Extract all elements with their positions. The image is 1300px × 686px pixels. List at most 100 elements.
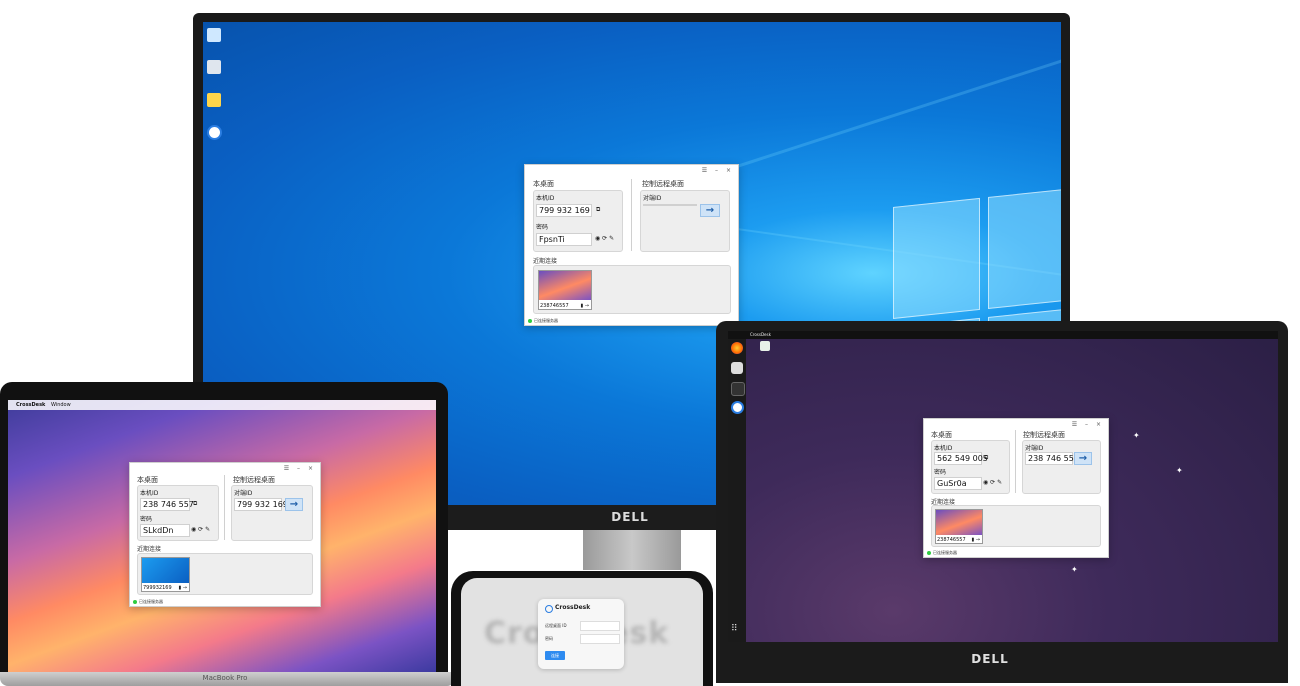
window-controls[interactable]: ☰ – × [284, 465, 316, 472]
desktop-icon-folder[interactable] [203, 93, 228, 109]
remote-id-label: 远程桌面 ID [545, 623, 567, 628]
password-label: 密码 [536, 224, 549, 231]
monitor-stand [583, 530, 681, 570]
recent-section-title: 近期连接 [533, 258, 558, 265]
app-grid-icon[interactable]: ⠿ [731, 624, 741, 634]
recent-connections-panel: 238746557 ▮ → [533, 265, 731, 314]
crossdesk-icon[interactable] [731, 401, 744, 414]
local-section-title: 本桌面 [533, 180, 554, 188]
recent-connect-icon[interactable]: ▮ → [580, 303, 589, 309]
recent-connections-panel: 799932169 ▮ → [137, 553, 313, 595]
files-icon[interactable] [731, 362, 743, 374]
local-desktop-panel: 本机ID 238 746 557 ⧉ 密码 SLkdDn ◉ ⟳ ✎ [137, 485, 219, 541]
connect-arrow-button[interactable]: → [700, 204, 720, 217]
show-password-icon[interactable]: ◉ ⟳ ✎ [983, 479, 1002, 486]
recent-connection-item[interactable]: 238746557 ▮ → [935, 509, 983, 544]
local-id-field[interactable]: 799 932 169 [536, 204, 592, 217]
recent-connection-id: 799932169 [143, 585, 172, 591]
crossdesk-icon [206, 125, 222, 140]
dell-logo-monitor: DELL [611, 510, 649, 524]
remote-section-title: 控制远程桌面 [1023, 431, 1065, 439]
local-desktop-panel: 本机ID 799 932 169 ⧉ 密码 FpsnTi ◉ ⟳ ✎ [533, 190, 623, 252]
connect-arrow-button[interactable]: → [285, 498, 303, 511]
section-divider [631, 179, 632, 251]
menubar-window-menu[interactable]: Window [51, 402, 71, 408]
folder-icon [207, 93, 221, 107]
recent-connection-id: 238746557 [540, 303, 569, 309]
window-controls[interactable]: ☰ – × [702, 167, 734, 174]
peer-id-input[interactable]: 799 932 169 [234, 498, 288, 511]
peer-id-input[interactable] [643, 204, 697, 206]
recent-connection-item[interactable]: 238746557 ▮ → [538, 270, 592, 310]
star-decoration: ✦ [1133, 431, 1140, 440]
terminal-icon[interactable] [731, 382, 745, 396]
server-status: 已连接服务器 [133, 599, 163, 605]
star-decoration: ✦ [1176, 466, 1183, 475]
phone-app-title: CrossDesk [555, 604, 591, 611]
window-controls[interactable]: ☰ – × [1072, 421, 1104, 428]
password-field[interactable]: SLkdDn [140, 524, 190, 537]
local-id-field[interactable]: 562 549 005 [934, 452, 988, 465]
password-label: 密码 [934, 469, 947, 476]
remote-desktop-panel: 对端ID 238 746 557 → [1022, 440, 1101, 494]
remote-thumbnail [539, 271, 591, 300]
recent-connect-icon[interactable]: ▮ → [178, 585, 187, 591]
topbar-app-name[interactable]: CrossDesk [750, 332, 771, 337]
local-id-label: 本机ID [536, 195, 555, 202]
desktop-icon-recycle-bin[interactable] [203, 60, 228, 76]
home-folder-icon[interactable] [760, 341, 770, 351]
password-field[interactable]: FpsnTi [536, 233, 592, 246]
menubar-app-name[interactable]: CrossDesk [16, 402, 45, 408]
section-divider [1015, 430, 1016, 493]
peer-id-input[interactable]: 238 746 557 [1025, 452, 1079, 465]
show-password-icon[interactable]: ◉ ⟳ ✎ [191, 526, 210, 533]
crossdesk-window-ubuntu: ☰ – × 本桌面 控制远程桌面 本机ID 562 549 005 ⧉ 密码 G… [923, 418, 1109, 558]
show-password-icon[interactable]: ◉ ⟳ ✎ [595, 235, 614, 242]
recent-connection-id: 238746557 [937, 537, 966, 543]
remote-desktop-panel: 对端ID → [640, 190, 730, 252]
ubuntu-topbar: CrossDesk [728, 331, 1278, 339]
phone-login-card: CrossDesk 远程桌面 ID 密码 连接 [538, 599, 624, 669]
remote-desktop-panel: 对端ID 799 932 169 → [231, 485, 313, 541]
connect-arrow-button[interactable]: → [1074, 452, 1092, 465]
local-id-label: 本机ID [934, 445, 953, 452]
star-decoration: ✦ [1071, 565, 1078, 574]
password-input[interactable] [580, 634, 620, 644]
remote-section-title: 控制远程桌面 [233, 476, 275, 484]
crossdesk-icon [545, 605, 553, 613]
desktop-icon-crossdesk[interactable] [203, 125, 228, 142]
peer-id-label: 对端ID [234, 490, 253, 497]
remote-id-input[interactable] [580, 621, 620, 631]
peer-id-label: 对端ID [1025, 445, 1044, 452]
macbook-label: MacBook Pro [202, 674, 248, 682]
copy-icon[interactable]: ⧉ [193, 500, 197, 508]
local-section-title: 本桌面 [137, 476, 158, 484]
recent-section-title: 近期连接 [137, 546, 162, 553]
firefox-icon[interactable] [731, 342, 743, 354]
local-id-label: 本机ID [140, 490, 159, 497]
server-status: 已连接服务器 [528, 318, 558, 324]
section-divider [224, 475, 225, 540]
crossdesk-window-macos: ☰ – × 本桌面 控制远程桌面 本机ID 238 746 557 ⧉ 密码 S… [129, 462, 321, 607]
local-id-field[interactable]: 238 746 557 [140, 498, 194, 511]
recent-connect-icon[interactable]: ▮ → [971, 537, 980, 543]
copy-icon[interactable]: ⧉ [596, 206, 600, 214]
monitor-chin [448, 505, 719, 530]
recent-connection-item[interactable]: 799932169 ▮ → [141, 557, 190, 592]
local-desktop-panel: 本机ID 562 549 005 ⧉ 密码 GuSr0a ◉ ⟳ ✎ [931, 440, 1010, 494]
remote-thumbnail [936, 510, 982, 535]
server-status: 已连接服务器 [927, 550, 957, 556]
network-icon [207, 28, 221, 42]
peer-id-label: 对端ID [643, 195, 662, 202]
copy-icon[interactable]: ⧉ [984, 454, 988, 462]
desktop-icon-network[interactable] [203, 28, 228, 44]
macos-menubar: CrossDesk Window [8, 400, 436, 410]
password-label: 密码 [140, 516, 153, 523]
remote-thumbnail [142, 558, 189, 583]
connect-button[interactable]: 连接 [545, 651, 565, 660]
password-label: 密码 [545, 636, 553, 641]
password-field[interactable]: GuSr0a [934, 477, 982, 490]
ubuntu-dock: ⠿ [728, 339, 746, 642]
recycle-bin-icon [207, 60, 221, 74]
crossdesk-window-windows: ☰ – × 本桌面 控制远程桌面 本机ID 799 932 169 ⧉ 密码 F… [524, 164, 739, 326]
